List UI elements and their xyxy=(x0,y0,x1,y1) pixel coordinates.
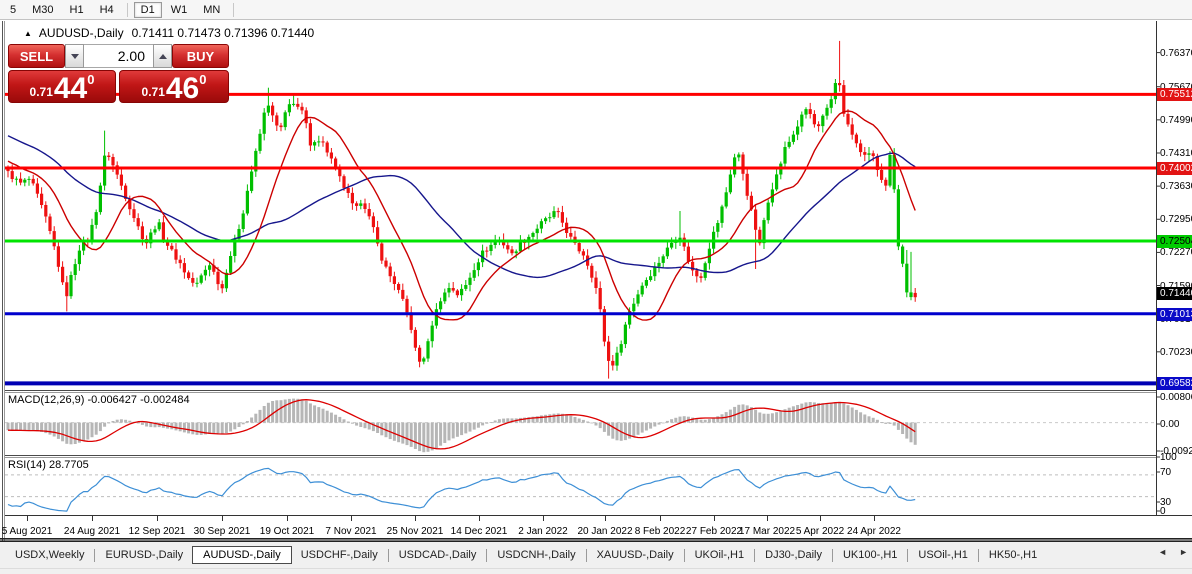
status-bar xyxy=(0,568,1192,574)
chart-tab-uk100-h1[interactable]: UK100-,H1 xyxy=(834,547,906,563)
buy-price-panel[interactable]: 0.71 46 0 xyxy=(119,70,229,105)
timeframe-button-5[interactable]: 5 xyxy=(3,2,23,18)
tab-scroll-left-icon[interactable]: ◄ xyxy=(1158,547,1167,557)
tab-separator xyxy=(683,548,685,562)
tab-separator xyxy=(486,548,488,562)
buy-price-prefix: 0.71 xyxy=(141,85,165,99)
sell-button[interactable]: SELL xyxy=(8,44,65,68)
chart-tab-audusd-daily[interactable]: AUDUSD-,Daily xyxy=(192,546,292,564)
chart-tab-usdcad-daily[interactable]: USDCAD-,Daily xyxy=(390,547,486,563)
timeframe-button-H4[interactable]: H4 xyxy=(93,2,121,18)
timeframe-button-W1[interactable]: W1 xyxy=(164,2,195,18)
horizontal-level-lines xyxy=(5,92,1156,386)
tab-separator xyxy=(94,548,96,562)
sell-price-pip-digit: 0 xyxy=(87,72,95,87)
chart-tab-usdchf-daily[interactable]: USDCHF-,Daily xyxy=(292,547,387,563)
buy-button[interactable]: BUY xyxy=(172,44,229,68)
chart-tab-bar: USDX,Weekly EURUSD-,Daily AUDUSD-,Daily USD… xyxy=(0,542,1192,568)
timeframe-button-D1[interactable]: D1 xyxy=(133,1,162,18)
toolbar-separator xyxy=(126,2,128,17)
tab-scroll-right-icon[interactable]: ► xyxy=(1179,547,1188,557)
chart-tab-dj30-daily[interactable]: DJ30-,Daily xyxy=(756,547,831,563)
timeframe-button-H1[interactable]: H1 xyxy=(63,2,91,18)
arrow-down-icon xyxy=(70,53,79,59)
indicator-levels xyxy=(5,422,1156,498)
macd-histogram xyxy=(6,398,917,453)
sell-price-big-digits: 44 xyxy=(53,72,88,105)
tab-separator xyxy=(585,548,587,562)
buy-price-pip-digit: 0 xyxy=(199,72,207,87)
volume-input[interactable] xyxy=(84,44,153,68)
timeframe-button-MN[interactable]: MN xyxy=(196,2,227,18)
volume-decrease-button[interactable] xyxy=(65,44,84,68)
sell-price-panel[interactable]: 0.71 44 0 xyxy=(8,70,116,105)
tab-separator xyxy=(831,548,833,562)
ma-slow-line xyxy=(7,135,916,279)
tab-separator xyxy=(977,548,979,562)
arrow-up-icon xyxy=(158,53,167,59)
toolbar-separator xyxy=(233,2,235,17)
volume-increase-button[interactable] xyxy=(153,44,172,68)
tab-separator xyxy=(387,548,389,562)
chart-tab-usdcnh-daily[interactable]: USDCNH-,Daily xyxy=(488,547,584,563)
chart-tab-eurusd-daily[interactable]: EURUSD-,Daily xyxy=(96,547,192,563)
timeframe-toolbar[interactable]: 5 M30 H1 H4 D1 W1 MN xyxy=(0,0,1192,20)
tab-separator xyxy=(754,548,756,562)
tab-separator xyxy=(907,548,909,562)
sell-price-prefix: 0.71 xyxy=(29,85,53,99)
tab-scroll-buttons: ◄ ► xyxy=(1158,547,1188,557)
one-click-trade-widget: SELL BUY 0.71 44 0 0.71 46 0 xyxy=(8,44,229,105)
chart-tab-usoil-h1[interactable]: USOil-,H1 xyxy=(909,547,977,563)
buy-price-big-digits: 46 xyxy=(165,72,200,105)
timeframe-button-M30[interactable]: M30 xyxy=(25,2,60,18)
trading-terminal-window: 5 M30 H1 H4 D1 W1 MN ▲ AUDUSD-,Daily 0.71411 0.7… xyxy=(0,0,1192,574)
chart-tab-ukoil-h1[interactable]: UKOil-,H1 xyxy=(686,547,754,563)
chart-tab-hk50-h1[interactable]: HK50-,H1 xyxy=(980,547,1046,563)
chart-tab-xauusd-daily[interactable]: XAUUSD-,Daily xyxy=(588,547,683,563)
chart-tab-usdx-weekly[interactable]: USDX,Weekly xyxy=(6,547,93,563)
